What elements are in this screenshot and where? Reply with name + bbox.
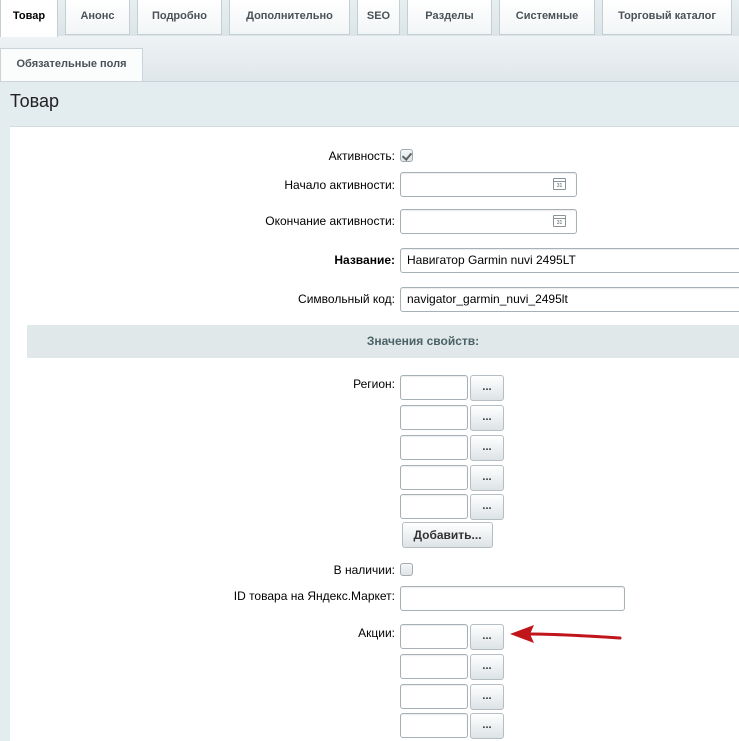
actions-browse-button[interactable]: ... xyxy=(470,624,504,650)
region-input[interactable] xyxy=(400,435,468,460)
tab-announce[interactable]: Анонс xyxy=(65,0,130,35)
in-stock-label: В наличии: xyxy=(333,563,395,577)
calendar-icon[interactable]: 31 xyxy=(553,215,566,227)
code-label: Символьный код: xyxy=(298,292,395,306)
yandex-id-input[interactable] xyxy=(400,586,625,611)
tab-bar: Товар Анонс Подробно Дополнительно SEO Р… xyxy=(0,0,739,37)
active-checkbox[interactable] xyxy=(400,149,413,162)
actions-browse-button[interactable]: ... xyxy=(470,713,504,739)
subtab-bar: Обязательные поля xyxy=(0,36,739,82)
name-label: Название: xyxy=(334,253,395,267)
active-label: Активность: xyxy=(328,149,395,163)
actions-input[interactable] xyxy=(400,654,468,679)
actions-input[interactable] xyxy=(400,624,468,649)
active-start-label: Начало активности: xyxy=(284,178,395,192)
calendar-icon[interactable]: 31 xyxy=(553,178,566,190)
actions-browse-button[interactable]: ... xyxy=(470,684,504,710)
yandex-id-label: ID товара на Яндекс.Маркет: xyxy=(233,589,395,603)
page-title: Товар xyxy=(10,91,59,111)
subtab-required-fields[interactable]: Обязательные поля xyxy=(0,48,143,81)
actions-browse-button[interactable]: ... xyxy=(470,654,504,680)
in-stock-checkbox[interactable] xyxy=(400,563,413,576)
region-browse-button[interactable]: ... xyxy=(470,375,504,401)
actions-input[interactable] xyxy=(400,713,468,738)
region-add-button[interactable]: Добавить... xyxy=(402,522,493,548)
region-browse-button[interactable]: ... xyxy=(470,494,504,520)
tab-product[interactable]: Товар xyxy=(0,0,58,37)
tab-system[interactable]: Системные xyxy=(499,0,595,35)
active-end-label: Окончание активности: xyxy=(265,214,395,228)
region-browse-button[interactable]: ... xyxy=(470,405,504,431)
region-browse-button[interactable]: ... xyxy=(470,465,504,491)
tab-additional[interactable]: Дополнительно xyxy=(229,0,350,35)
tab-sections[interactable]: Разделы xyxy=(407,0,492,35)
region-input[interactable] xyxy=(400,405,468,430)
actions-label: Акции: xyxy=(358,626,395,640)
tab-seo[interactable]: SEO xyxy=(357,0,400,35)
tab-trade-catalog[interactable]: Торговый каталог xyxy=(602,0,732,35)
region-input[interactable] xyxy=(400,465,468,490)
actions-input[interactable] xyxy=(400,684,468,709)
red-arrow-icon xyxy=(510,625,622,643)
tab-details[interactable]: Подробно xyxy=(137,0,222,35)
region-browse-button[interactable]: ... xyxy=(470,435,504,461)
active-start-input[interactable] xyxy=(400,172,577,197)
name-input[interactable]: Навигатор Garmin nuvi 2495LT xyxy=(400,248,739,273)
region-input[interactable] xyxy=(400,494,468,519)
active-end-input[interactable] xyxy=(400,209,577,234)
properties-section-header: Значения свойств: xyxy=(27,325,739,358)
code-input[interactable]: navigator_garmin_nuvi_2495lt xyxy=(400,287,739,312)
region-label: Регион: xyxy=(353,377,395,391)
region-input[interactable] xyxy=(400,375,468,400)
